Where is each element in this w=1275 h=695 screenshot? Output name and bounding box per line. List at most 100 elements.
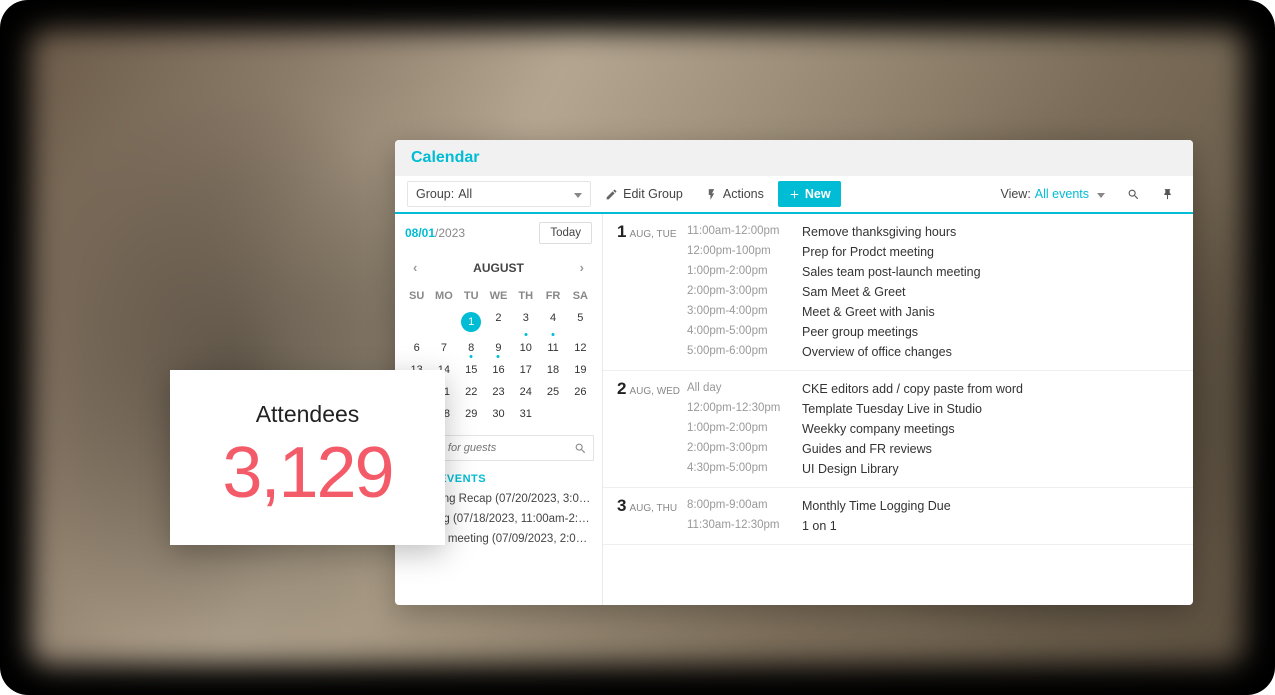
day-number: 3	[617, 496, 626, 515]
day-cell[interactable]: 29	[458, 403, 485, 425]
edit-group-label: Edit Group	[623, 187, 683, 201]
day-number: 1	[617, 222, 626, 241]
search-button[interactable]	[1119, 180, 1147, 208]
event-time: 1:00pm-2:00pm	[687, 422, 802, 436]
edit-group-button[interactable]: Edit Group	[597, 187, 691, 201]
actions-button[interactable]: Actions	[697, 187, 772, 201]
agenda-event[interactable]: 12:00pm-100pmPrep for Prodct meeting	[681, 242, 1193, 262]
agenda-event[interactable]: 12:00pm-12:30pmTemplate Tuesday Live in …	[681, 399, 1193, 419]
event-title: Overview of office changes	[802, 345, 952, 359]
day-cell[interactable]: 1	[458, 307, 485, 337]
event-time: All day	[687, 382, 802, 396]
day-cell	[430, 307, 457, 337]
agenda-event[interactable]: 4:30pm-5:00pmUI Design Library	[681, 459, 1193, 479]
new-button[interactable]: New	[778, 181, 841, 207]
agenda-event[interactable]: 1:00pm-2:00pmWeekky company meetings	[681, 419, 1193, 439]
prev-month-button[interactable]: ‹	[407, 258, 423, 277]
pin-button[interactable]	[1153, 180, 1181, 208]
day-cell[interactable]: 30	[485, 403, 512, 425]
agenda-event[interactable]: All dayCKE editors add / copy paste from…	[681, 379, 1193, 399]
day-cell[interactable]: 8	[458, 337, 485, 359]
event-title: 1 on 1	[802, 519, 837, 533]
agenda-day: 1AUG, TUE11:00am-12:00pmRemove thanksgiv…	[603, 214, 1193, 371]
dow-cell: MO	[430, 285, 457, 307]
day-cell[interactable]: 7	[430, 337, 457, 359]
calendar-panel: Calendar Group: All Edit Group Actions N…	[395, 140, 1193, 605]
view-selector[interactable]: View: All events	[992, 181, 1113, 207]
day-cell[interactable]: 15	[458, 359, 485, 381]
day-cell[interactable]: 6	[403, 337, 430, 359]
current-date: 08/01/2023	[405, 226, 465, 240]
event-time: 3:00pm-4:00pm	[687, 305, 802, 319]
plus-icon	[788, 188, 801, 201]
dow-cell: SA	[567, 285, 594, 307]
day-cell[interactable]: 3	[512, 307, 539, 337]
agenda-event[interactable]: 2:00pm-3:00pmGuides and FR reviews	[681, 439, 1193, 459]
day-cell[interactable]: 9	[485, 337, 512, 359]
day-label: AUG, THU	[629, 503, 677, 514]
panel-body: 08/01/2023 Today ‹ AUGUST › SUMOTUWETHFR…	[395, 214, 1193, 605]
day-cell[interactable]: 23	[485, 381, 512, 403]
today-button[interactable]: Today	[539, 222, 592, 244]
view-value: All events	[1035, 187, 1089, 201]
panel-header: Calendar	[395, 140, 1193, 176]
event-title: Meet & Greet with Janis	[802, 305, 935, 319]
event-time: 12:00pm-100pm	[687, 245, 802, 259]
event-time: 5:00pm-6:00pm	[687, 345, 802, 359]
day-cell[interactable]: 25	[539, 381, 566, 403]
day-number: 2	[617, 379, 626, 398]
event-title: Monthly Time Logging Due	[802, 499, 951, 513]
dow-cell: TH	[512, 285, 539, 307]
event-time: 2:00pm-3:00pm	[687, 442, 802, 456]
day-cell[interactable]: 4	[539, 307, 566, 337]
day-cell[interactable]: 18	[539, 359, 566, 381]
event-title: UI Design Library	[802, 462, 899, 476]
page-frame: Attendees 3,129 Calendar Group: All Edit…	[0, 0, 1275, 695]
agenda-list[interactable]: 1AUG, TUE11:00am-12:00pmRemove thanksgiv…	[603, 214, 1193, 605]
agenda-day: 3AUG, THU 8:00pm-9:00amMonthly Time Loggi…	[603, 488, 1193, 545]
event-time: 11:00am-12:00pm	[687, 225, 802, 239]
agenda-day: 2AUG, WEDAll dayCKE editors add / copy p…	[603, 371, 1193, 488]
dow-cell: SU	[403, 285, 430, 307]
group-value: All	[458, 187, 472, 201]
agenda-event[interactable]: 3:00pm-4:00pmMeet & Greet with Janis	[681, 302, 1193, 322]
pencil-icon	[605, 188, 618, 201]
group-selector[interactable]: Group: All	[407, 181, 591, 207]
day-cell[interactable]: 22	[458, 381, 485, 403]
search-icon	[1127, 188, 1140, 201]
actions-label: Actions	[723, 187, 764, 201]
day-cell[interactable]: 16	[485, 359, 512, 381]
agenda-event[interactable]: 11:00am-12:00pmRemove thanksgiving hours	[681, 222, 1193, 242]
day-cell[interactable]: 26	[567, 381, 594, 403]
bolt-icon	[705, 188, 718, 201]
chevron-down-icon	[570, 187, 582, 201]
agenda-event[interactable]: 2:00pm-3:00pmSam Meet & Greet	[681, 282, 1193, 302]
group-label: Group:	[416, 187, 454, 201]
day-cell[interactable]: 31	[512, 403, 539, 425]
day-label: AUG, WED	[629, 386, 680, 397]
day-cell	[567, 403, 594, 425]
event-title: Remove thanksgiving hours	[802, 225, 956, 239]
day-cell[interactable]: 17	[512, 359, 539, 381]
agenda-event[interactable]: 11:30am-12:30pm1 on 1	[681, 516, 1193, 536]
day-cell[interactable]: 24	[512, 381, 539, 403]
agenda-event[interactable]: 5:00pm-6:00pmOverview of office changes	[681, 342, 1193, 362]
event-time: 4:30pm-5:00pm	[687, 462, 802, 476]
day-cell[interactable]: 11	[539, 337, 566, 359]
event-time: 12:00pm-12:30pm	[687, 402, 802, 416]
day-cell[interactable]: 2	[485, 307, 512, 337]
agenda-event[interactable]: 8:00pm-9:00amMonthly Time Logging Due	[681, 496, 1193, 516]
search-icon	[574, 442, 587, 455]
day-cell[interactable]: 5	[567, 307, 594, 337]
chevron-down-icon	[1093, 187, 1105, 201]
day-cell[interactable]: 10	[512, 337, 539, 359]
dow-cell: WE	[485, 285, 512, 307]
agenda-event[interactable]: 4:00pm-5:00pmPeer group meetings	[681, 322, 1193, 342]
agenda-event[interactable]: 1:00pm-2:00pmSales team post-launch meet…	[681, 262, 1193, 282]
day-cell[interactable]: 12	[567, 337, 594, 359]
event-title: Sales team post-launch meeting	[802, 265, 981, 279]
day-cell[interactable]: 19	[567, 359, 594, 381]
event-title: Prep for Prodct meeting	[802, 245, 934, 259]
next-month-button[interactable]: ›	[574, 258, 590, 277]
event-title: CKE editors add / copy paste from word	[802, 382, 1023, 396]
